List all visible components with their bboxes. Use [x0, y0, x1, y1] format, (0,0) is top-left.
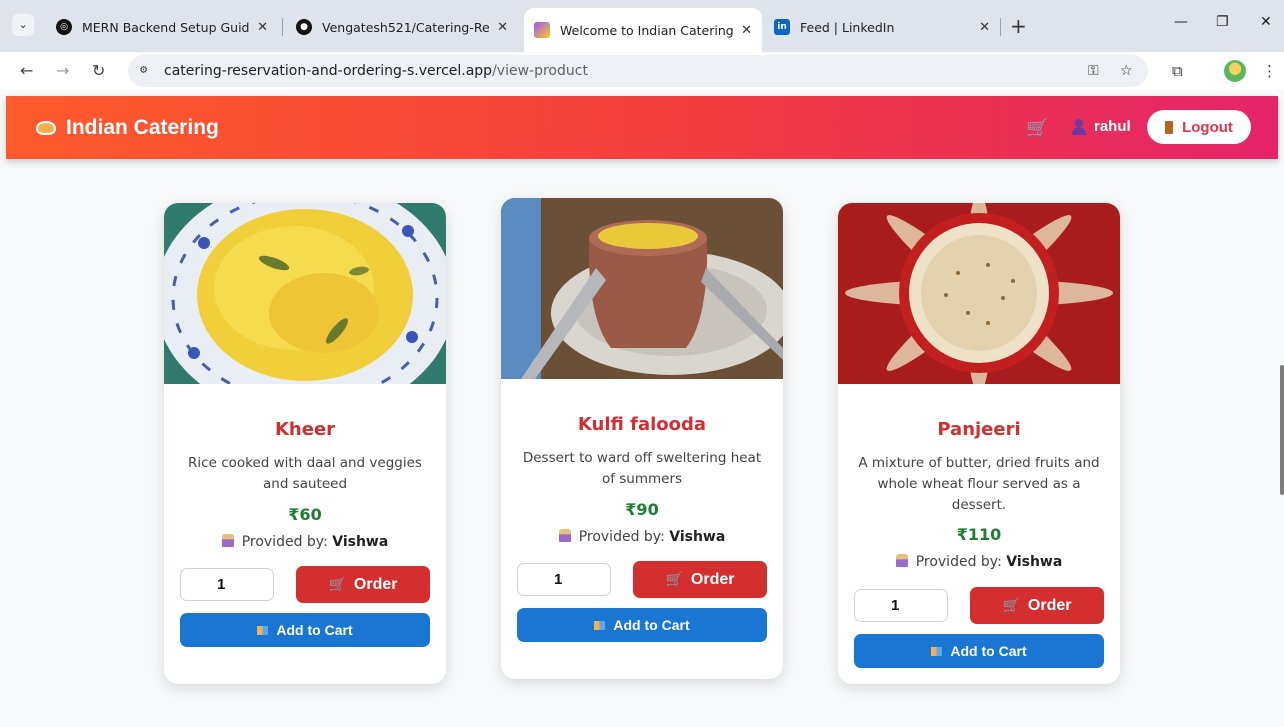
- close-tab-icon[interactable]: ✕: [257, 20, 268, 35]
- product-image-panjeeri-bowl: [838, 203, 1120, 384]
- chef-icon: [558, 529, 571, 542]
- tab-search-chevron-icon[interactable]: ⌄: [12, 14, 34, 36]
- shopping-bag-icon: [594, 620, 606, 630]
- extensions-puzzle-icon[interactable]: ⧉: [1172, 62, 1183, 80]
- order-button[interactable]: 🛒 Order: [633, 561, 767, 598]
- minimize-window-icon[interactable]: —: [1174, 14, 1188, 30]
- vite-icon: [534, 22, 550, 38]
- site-settings-icon[interactable]: ⚙: [140, 62, 147, 76]
- user-profile[interactable]: rahul: [1072, 118, 1131, 135]
- product-description: Dessert to ward off sweltering heat of s…: [522, 450, 762, 487]
- close-window-icon[interactable]: ✕: [1260, 14, 1272, 30]
- forward-arrow-icon[interactable]: →: [56, 61, 69, 80]
- openai-icon: ◎: [56, 19, 72, 35]
- order-cart-icon: 🛒: [1002, 597, 1020, 613]
- add-to-cart-button[interactable]: Add to Cart: [854, 634, 1104, 668]
- product-provider: Provided by: Vishwa: [501, 529, 783, 545]
- close-tab-icon[interactable]: ✕: [741, 23, 752, 38]
- product-price: ₹110: [956, 525, 1002, 544]
- product-card: Kheer Rice cooked with daal and veggies …: [164, 203, 446, 684]
- user-icon: [1072, 118, 1086, 135]
- product-name: Panjeeri: [937, 419, 1021, 440]
- product-provider: Provided by: Vishwa: [838, 554, 1120, 570]
- browser-menu-icon[interactable]: ⋮: [1262, 62, 1277, 80]
- cart-icon[interactable]: 🛒: [1026, 118, 1048, 139]
- back-arrow-icon[interactable]: ←: [20, 61, 33, 80]
- restore-window-icon[interactable]: ❐: [1216, 14, 1229, 30]
- product-name: Kheer: [274, 419, 336, 440]
- url-text[interactable]: catering-reservation-and-ordering-s.verc…: [164, 63, 588, 79]
- product-image-kulfi-cup: [501, 198, 783, 379]
- product-description: Rice cooked with daal and veggies and sa…: [188, 455, 422, 492]
- browser-toolbar: ← → ↻ ⚙ catering-reservation-and-orderin…: [0, 52, 1284, 90]
- product-name: Kulfi falooda: [577, 414, 707, 435]
- shopping-bag-icon: [931, 646, 943, 656]
- tab-indian-catering[interactable]: Welcome to Indian Catering ✕: [524, 8, 762, 52]
- address-bar[interactable]: ⚙ catering-reservation-and-ordering-s.ve…: [128, 55, 1148, 87]
- shopping-bag-icon: [257, 625, 269, 635]
- product-card: Panjeeri A mixture of butter, dried frui…: [838, 203, 1120, 684]
- tab-linkedin-feed[interactable]: in Feed | LinkedIn ✕: [764, 8, 1000, 46]
- quantity-input[interactable]: 1: [180, 568, 274, 601]
- site-header: Indian Catering 🛒 rahul Logout: [6, 96, 1278, 159]
- order-cart-icon: 🛒: [665, 571, 683, 587]
- product-price: ₹60: [288, 505, 322, 524]
- tab-github-repo[interactable]: ● Vengatesh521/Catering-Reserv ✕: [286, 8, 518, 46]
- product-card: Kulfi falooda Dessert to ward off swelte…: [501, 198, 783, 679]
- reload-icon[interactable]: ↻: [92, 61, 105, 80]
- product-price: ₹90: [625, 500, 659, 519]
- chef-icon: [895, 554, 908, 567]
- tab-mern-backend[interactable]: ◎ MERN Backend Setup Guide ✕: [46, 8, 278, 46]
- door-icon: [1165, 120, 1174, 134]
- tab-separator: [282, 18, 283, 36]
- profile-avatar[interactable]: [1224, 60, 1246, 82]
- brand-logo[interactable]: Indian Catering: [36, 116, 219, 140]
- product-provider: Provided by: Vishwa: [164, 534, 446, 550]
- quantity-input[interactable]: 1: [854, 589, 948, 622]
- chef-icon: [221, 534, 234, 547]
- product-image-saffron-rice: [164, 203, 446, 384]
- close-tab-icon[interactable]: ✕: [497, 20, 508, 35]
- page-scrollbar[interactable]: [1280, 365, 1284, 495]
- bookmark-star-icon[interactable]: ☆: [1120, 63, 1133, 79]
- quantity-input[interactable]: 1: [517, 563, 611, 596]
- logout-button[interactable]: Logout: [1147, 110, 1251, 144]
- order-button[interactable]: 🛒 Order: [970, 587, 1104, 624]
- tab-separator: [1000, 18, 1001, 36]
- new-tab-plus-icon[interactable]: +: [1010, 14, 1027, 38]
- add-to-cart-button[interactable]: Add to Cart: [517, 608, 767, 642]
- browser-tab-strip: ⌄ ◎ MERN Backend Setup Guide ✕ ● Vengate…: [0, 0, 1284, 52]
- add-to-cart-button[interactable]: Add to Cart: [180, 613, 430, 647]
- product-description: A mixture of butter, dried fruits and wh…: [858, 455, 1100, 513]
- linkedin-icon: in: [774, 19, 790, 35]
- password-key-icon[interactable]: ⚿: [1088, 63, 1099, 79]
- close-tab-icon[interactable]: ✕: [979, 20, 990, 35]
- curry-bowl-icon: [36, 121, 56, 135]
- order-cart-icon: 🛒: [328, 576, 346, 592]
- order-button[interactable]: 🛒 Order: [296, 566, 430, 603]
- github-icon: ●: [296, 19, 312, 35]
